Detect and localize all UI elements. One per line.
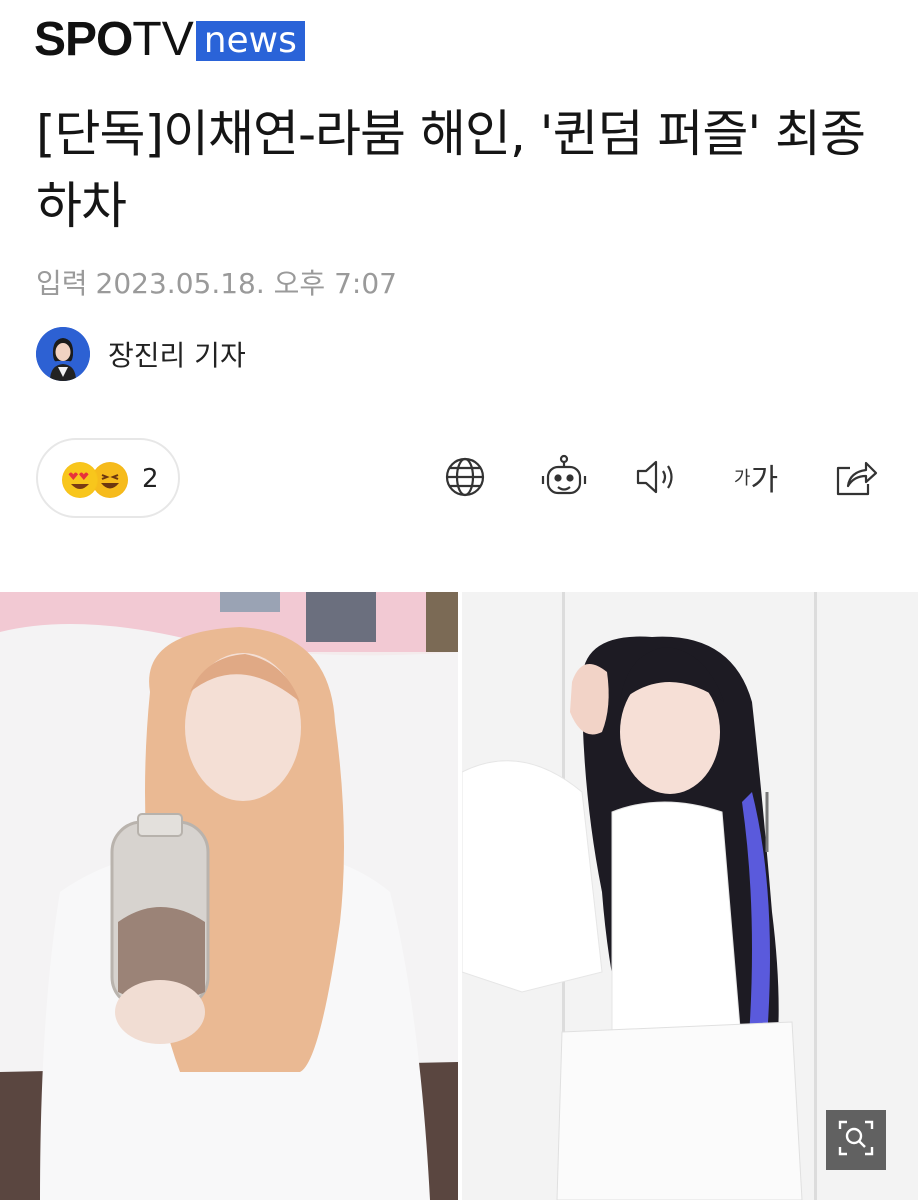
- logo-tv-text: TV: [132, 13, 194, 66]
- article-dateline: 입력 2023.05.18. 오후 7:07: [36, 262, 397, 302]
- photo-lee-chaeyeon[interactable]: [0, 592, 458, 1200]
- author-avatar[interactable]: [36, 327, 90, 381]
- spotv-news-logo[interactable]: SPO TV news: [34, 16, 305, 64]
- share-icon[interactable]: [832, 454, 878, 500]
- magnifier-icon: [838, 1120, 874, 1160]
- logo-news-badge: news: [195, 21, 305, 61]
- date-label: 입력: [36, 267, 88, 300]
- font-size-big-glyph: 가: [750, 463, 779, 498]
- font-size-small-glyph: 가: [733, 468, 751, 489]
- author-byline[interactable]: 장진리 기자: [36, 327, 246, 381]
- photo-haein[interactable]: [462, 592, 918, 1200]
- reaction-button[interactable]: 2: [36, 438, 180, 518]
- date-value: 2023.05.18. 오후 7:07: [95, 267, 397, 300]
- robot-icon[interactable]: [538, 454, 590, 500]
- logo-spo-text: SPO: [34, 13, 133, 66]
- reaction-count: 2: [142, 464, 159, 494]
- article-headline: [단독]이채연-라붐 해인, '퀸덤 퍼즐' 최종 하차: [36, 105, 866, 235]
- heart-eyes-emoji-icon: [62, 462, 98, 498]
- author-name[interactable]: 장진리 기자: [108, 334, 246, 374]
- zoom-image-button[interactable]: [826, 1110, 886, 1170]
- font-size-icon[interactable]: 가가: [726, 454, 786, 500]
- speaker-icon[interactable]: [634, 454, 680, 500]
- globe-icon[interactable]: [442, 454, 488, 500]
